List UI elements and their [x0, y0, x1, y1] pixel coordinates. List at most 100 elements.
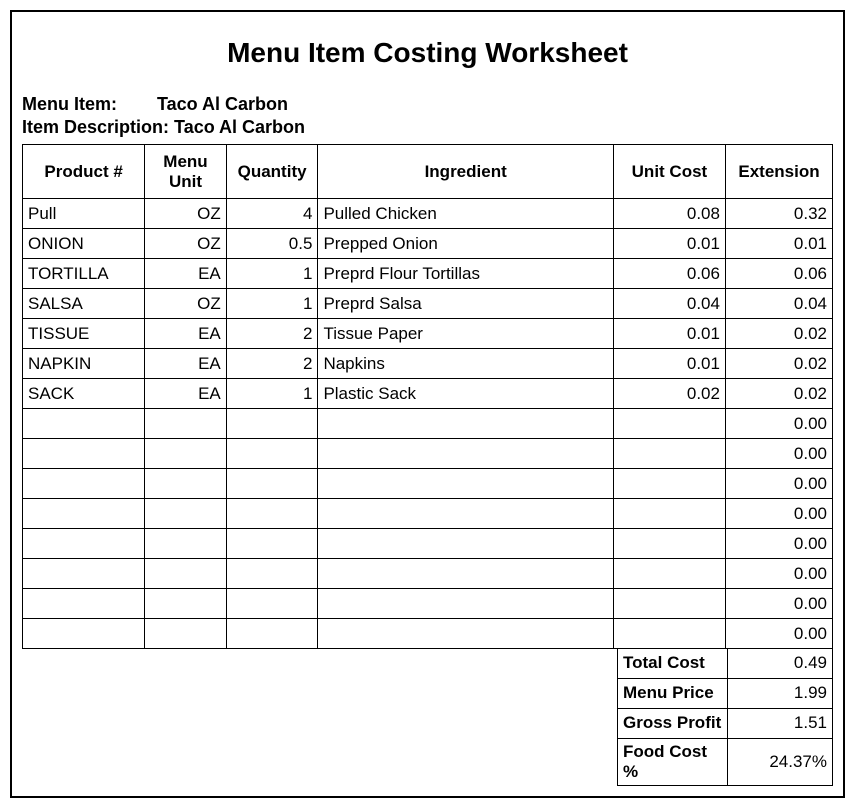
- cell-extension: 0.00: [725, 409, 832, 439]
- cell-unitcost: [613, 529, 725, 559]
- worksheet-container: Menu Item Costing Worksheet Menu Item: T…: [10, 10, 845, 798]
- table-row: 0.00: [23, 409, 833, 439]
- table-row: TISSUE EA 2 Tissue Paper 0.01 0.02: [23, 319, 833, 349]
- table-row: 0.00: [23, 589, 833, 619]
- cell-unitcost: 0.06: [613, 259, 725, 289]
- cell-extension: 0.04: [725, 289, 832, 319]
- cell-unitcost: 0.04: [613, 289, 725, 319]
- header-menu-unit: Menu Unit: [145, 145, 227, 199]
- item-description-value: Taco Al Carbon: [174, 117, 305, 138]
- cell-ingredient: [318, 619, 613, 649]
- table-row: 0.00: [23, 499, 833, 529]
- cell-qty: [226, 619, 318, 649]
- cell-product: SALSA: [23, 289, 145, 319]
- cell-extension: 0.00: [725, 499, 832, 529]
- menu-price-row: Menu Price 1.99: [618, 678, 833, 708]
- menu-item-label: Menu Item:: [22, 94, 152, 115]
- cell-unit: [145, 499, 227, 529]
- cell-extension: 0.02: [725, 349, 832, 379]
- cell-qty: 1: [226, 379, 318, 409]
- cell-qty: [226, 529, 318, 559]
- header-unit-cost: Unit Cost: [613, 145, 725, 199]
- header-ingredient: Ingredient: [318, 145, 613, 199]
- cell-ingredient: Napkins: [318, 349, 613, 379]
- cell-qty: 2: [226, 349, 318, 379]
- cell-extension: 0.01: [725, 229, 832, 259]
- cell-unit: [145, 589, 227, 619]
- gross-profit-value: 1.51: [728, 708, 833, 738]
- cell-product: [23, 409, 145, 439]
- cell-unitcost: 0.01: [613, 319, 725, 349]
- costing-table: Product # Menu Unit Quantity Ingredient …: [22, 144, 833, 649]
- cell-unitcost: [613, 469, 725, 499]
- gross-profit-label: Gross Profit: [618, 708, 728, 738]
- cell-qty: [226, 559, 318, 589]
- cell-qty: [226, 439, 318, 469]
- cell-extension: 0.00: [725, 589, 832, 619]
- total-cost-label: Total Cost: [618, 648, 728, 678]
- table-row: Pull OZ 4 Pulled Chicken 0.08 0.32: [23, 199, 833, 229]
- cell-unit: OZ: [145, 289, 227, 319]
- cell-qty: 1: [226, 289, 318, 319]
- cell-product: [23, 619, 145, 649]
- cell-unitcost: [613, 439, 725, 469]
- cell-extension: 0.00: [725, 619, 832, 649]
- cell-qty: [226, 469, 318, 499]
- cell-extension: 0.06: [725, 259, 832, 289]
- cell-product: [23, 499, 145, 529]
- cell-unit: [145, 409, 227, 439]
- cell-unitcost: [613, 409, 725, 439]
- cell-ingredient: Pulled Chicken: [318, 199, 613, 229]
- table-row: SACK EA 1 Plastic Sack 0.02 0.02: [23, 379, 833, 409]
- cell-unit: OZ: [145, 229, 227, 259]
- food-cost-pct-label: Food Cost %: [618, 738, 728, 785]
- cell-unitcost: [613, 559, 725, 589]
- cell-product: [23, 559, 145, 589]
- menu-item-row: Menu Item: Taco Al Carbon: [22, 94, 833, 115]
- cell-ingredient: Prepped Onion: [318, 229, 613, 259]
- cell-qty: 1: [226, 259, 318, 289]
- cell-product: [23, 469, 145, 499]
- header-extension: Extension: [725, 145, 832, 199]
- cell-unit: [145, 439, 227, 469]
- cell-product: NAPKIN: [23, 349, 145, 379]
- cell-product: ONION: [23, 229, 145, 259]
- cell-unit: OZ: [145, 199, 227, 229]
- cell-unitcost: 0.01: [613, 349, 725, 379]
- cell-product: Pull: [23, 199, 145, 229]
- cell-unit: EA: [145, 379, 227, 409]
- cell-qty: 4: [226, 199, 318, 229]
- table-row: ONION OZ 0.5 Prepped Onion 0.01 0.01: [23, 229, 833, 259]
- cell-extension: 0.00: [725, 469, 832, 499]
- cell-ingredient: [318, 409, 613, 439]
- cell-qty: 2: [226, 319, 318, 349]
- cell-ingredient: Plastic Sack: [318, 379, 613, 409]
- cell-unitcost: [613, 589, 725, 619]
- food-cost-pct-value: 24.37%: [728, 738, 833, 785]
- cell-unitcost: 0.01: [613, 229, 725, 259]
- cell-ingredient: Tissue Paper: [318, 319, 613, 349]
- cell-extension: 0.00: [725, 559, 832, 589]
- menu-item-value: Taco Al Carbon: [157, 94, 288, 115]
- food-cost-pct-row: Food Cost % 24.37%: [618, 738, 833, 785]
- cell-extension: 0.02: [725, 379, 832, 409]
- cell-extension: 0.32: [725, 199, 832, 229]
- cell-extension: 0.00: [725, 439, 832, 469]
- table-row: TORTILLA EA 1 Preprd Flour Tortillas 0.0…: [23, 259, 833, 289]
- cell-ingredient: [318, 469, 613, 499]
- cell-unitcost: [613, 619, 725, 649]
- header-quantity: Quantity: [226, 145, 318, 199]
- cell-extension: 0.02: [725, 319, 832, 349]
- cell-unit: [145, 619, 227, 649]
- cell-unit: [145, 559, 227, 589]
- summary-table: Total Cost 0.49 Menu Price 1.99 Gross Pr…: [617, 648, 833, 786]
- table-row: NAPKIN EA 2 Napkins 0.01 0.02: [23, 349, 833, 379]
- cell-unit: EA: [145, 349, 227, 379]
- table-row: 0.00: [23, 529, 833, 559]
- cell-unitcost: 0.02: [613, 379, 725, 409]
- cell-qty: [226, 589, 318, 619]
- cell-unit: EA: [145, 259, 227, 289]
- cell-unitcost: [613, 499, 725, 529]
- cell-ingredient: [318, 559, 613, 589]
- page-title: Menu Item Costing Worksheet: [22, 37, 833, 69]
